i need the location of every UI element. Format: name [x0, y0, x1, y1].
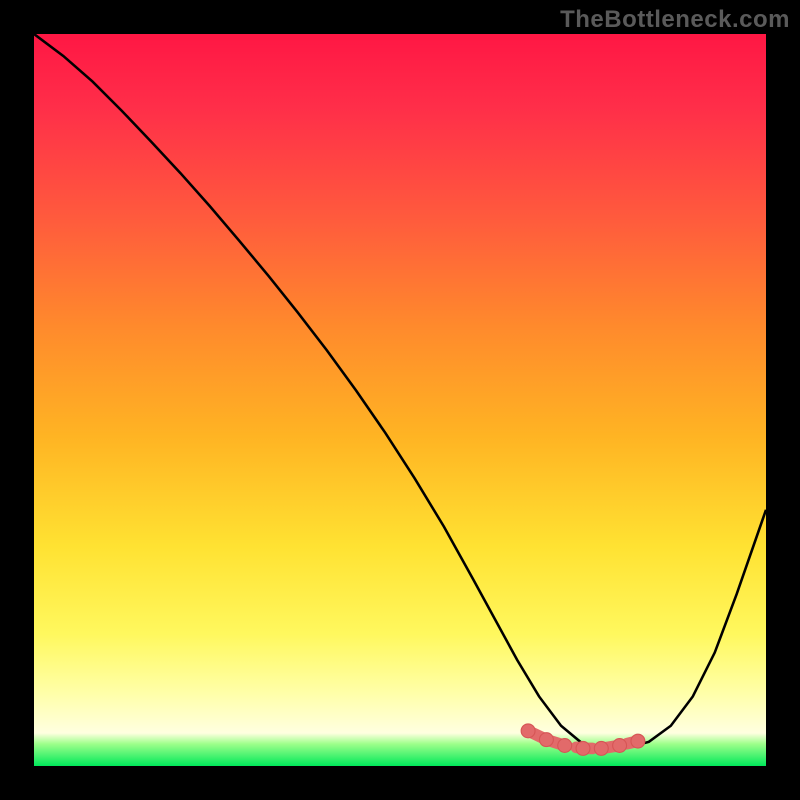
optimal-range-dot [539, 733, 553, 747]
optimal-range-markers [521, 724, 645, 755]
optimal-range-dot [576, 741, 590, 755]
curve-path [34, 34, 766, 750]
chart-frame: TheBottleneck.com [0, 0, 800, 800]
optimal-range-dot [594, 741, 608, 755]
bottleneck-curve [34, 34, 766, 766]
optimal-range-dot [631, 734, 645, 748]
optimal-range-dot [521, 724, 535, 738]
optimal-range-dot [558, 739, 572, 753]
plot-area [34, 34, 766, 766]
optimal-range-dot [613, 739, 627, 753]
watermark-text: TheBottleneck.com [560, 6, 790, 34]
